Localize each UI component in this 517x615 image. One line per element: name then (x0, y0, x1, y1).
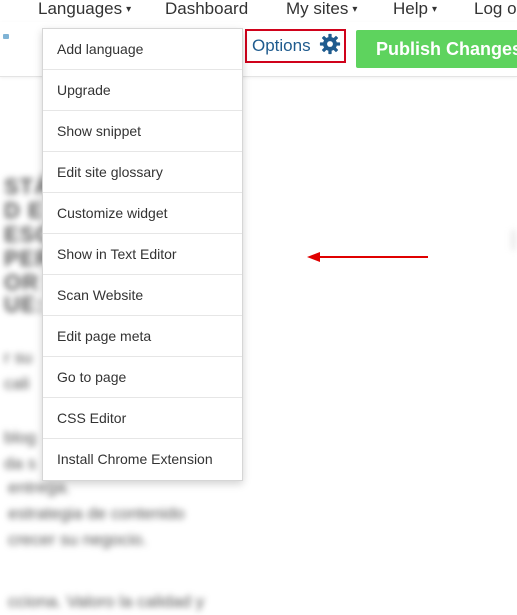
menu-item-css-editor[interactable]: CSS Editor (43, 398, 242, 439)
options-dropdown-menu: Add language Upgrade Show snippet Edit s… (42, 28, 243, 481)
partial-logo-fragment (3, 34, 9, 39)
nav-dashboard[interactable]: Dashboard (165, 0, 248, 20)
menu-item-customize-widget[interactable]: Customize widget (43, 193, 242, 234)
nav-help-label: Help (393, 0, 428, 18)
options-button[interactable]: Options (245, 29, 346, 63)
menu-item-go-to-page[interactable]: Go to page (43, 357, 242, 398)
nav-my-sites[interactable]: My sites ▾ (286, 0, 357, 20)
nav-dashboard-label: Dashboard (165, 0, 249, 18)
options-label: Options (252, 36, 311, 55)
menu-item-add-language[interactable]: Add language (43, 29, 242, 70)
nav-languages-label: Languages (38, 0, 123, 18)
menu-item-show-in-text-editor[interactable]: Show in Text Editor (43, 234, 242, 275)
menu-item-edit-page-meta[interactable]: Edit page meta (43, 316, 242, 357)
background-text-line: entrega. (8, 478, 71, 497)
menu-item-upgrade[interactable]: Upgrade (43, 70, 242, 111)
background-text-line: crecer su negocio. (8, 530, 147, 549)
nav-log-out-label: Log ou (474, 0, 517, 18)
annotation-arrow-icon (307, 252, 428, 262)
nav-my-sites-label: My sites (286, 0, 349, 18)
chevron-down-icon: ▾ (352, 4, 358, 15)
chevron-down-icon: ▾ (126, 4, 132, 15)
background-text-line: estrategia de contenido (8, 504, 185, 523)
background-text-line: da s (4, 454, 37, 473)
gear-icon (319, 33, 341, 60)
top-navigation: Languages ▾ Dashboard My sites ▾ Help ▾ Log… (0, 0, 517, 22)
menu-item-install-chrome-extension[interactable]: Install Chrome Extension (43, 439, 242, 480)
background-text-line: UE: (4, 292, 45, 317)
background-decoration (512, 230, 515, 250)
background-text-line: cciona. Valoro la calidad y (8, 592, 205, 611)
nav-log-out[interactable]: Log ou (474, 0, 517, 20)
publish-changes-label: Publish Changes (376, 38, 517, 59)
background-text-line: r su (4, 348, 33, 367)
background-text-line: D E (4, 198, 44, 223)
nav-languages[interactable]: Languages ▾ (38, 0, 131, 20)
chevron-down-icon: ▾ (431, 4, 437, 15)
menu-item-show-snippet[interactable]: Show snippet (43, 111, 242, 152)
menu-item-edit-site-glossary[interactable]: Edit site glossary (43, 152, 242, 193)
background-text-line: cali (4, 374, 30, 393)
background-text-line: blog (4, 428, 37, 447)
nav-help[interactable]: Help ▾ (393, 0, 437, 20)
publish-changes-button[interactable]: Publish Changes (356, 30, 517, 68)
menu-item-scan-website[interactable]: Scan Website (43, 275, 242, 316)
